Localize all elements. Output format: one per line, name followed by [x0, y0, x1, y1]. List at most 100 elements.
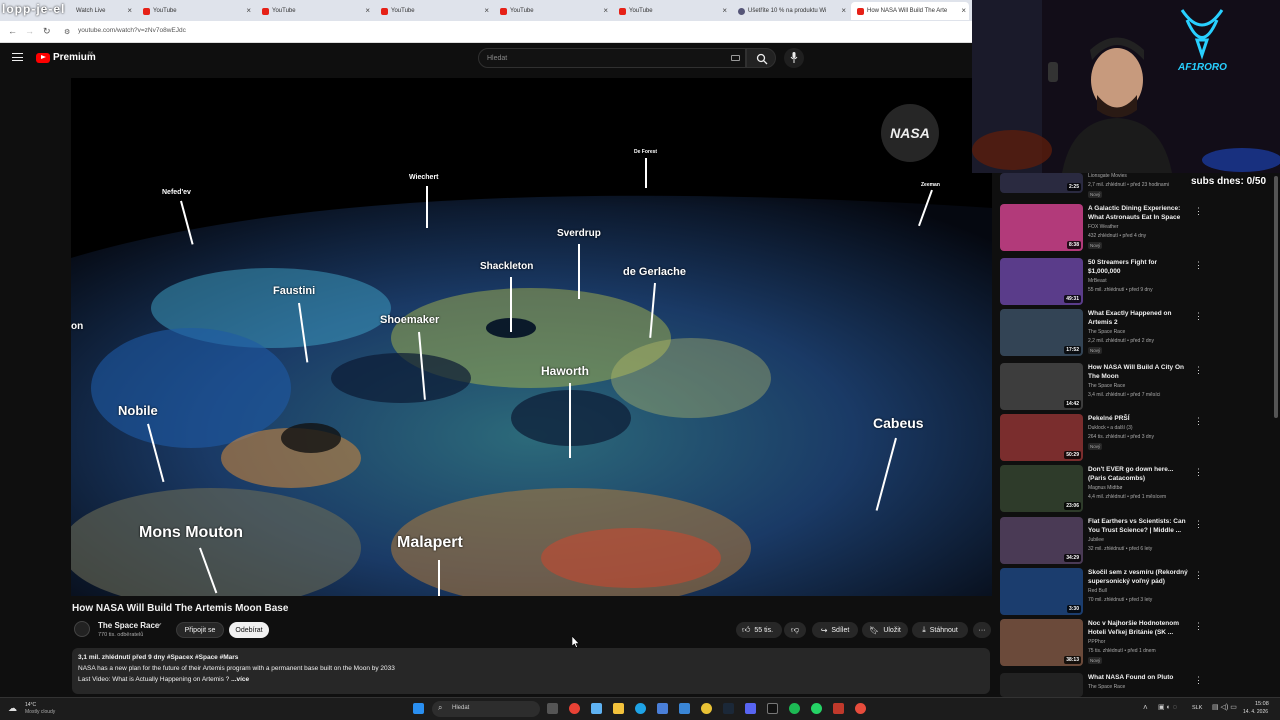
- recommended-video[interactable]: 3:30 Skočil sem z vesmíru (Rekordný super…: [1000, 568, 1210, 618]
- chrome-icon[interactable]: [569, 703, 580, 714]
- video-thumbnail[interactable]: 17:52: [1000, 309, 1083, 356]
- recommended-video[interactable]: 38:13 Noc v Najhoršie Hodnotenom Hoteli V…: [1000, 619, 1210, 669]
- recommended-video-title[interactable]: Don't EVER go down here... (Paris Cataco…: [1088, 465, 1188, 483]
- recommended-video-channel[interactable]: MrBeast: [1088, 278, 1107, 285]
- share-button[interactable]: ↪ Sdílet: [812, 622, 858, 638]
- recommended-video-title[interactable]: Skočil sem z vesmíru (Rekordný supersoni…: [1088, 568, 1188, 586]
- recommended-video[interactable]: 23:06 Don't EVER go down here... (Paris C…: [1000, 465, 1210, 515]
- spotify-icon[interactable]: [789, 703, 800, 714]
- recommended-video[interactable]: 50:29 Pekelné PRŠÍ Duklock • a další (3) 26…: [1000, 414, 1210, 464]
- task-view-icon[interactable]: [547, 703, 558, 714]
- tray-icons[interactable]: ▣ ◐ ◌: [1158, 703, 1177, 711]
- recommended-video-channel[interactable]: Jubilee: [1088, 537, 1104, 544]
- recommended-video-title[interactable]: A Galactic Dining Experience: What Astro…: [1088, 204, 1188, 222]
- video-thumbnail[interactable]: 38:13: [1000, 619, 1083, 666]
- recommended-video-title[interactable]: Noc v Najhoršie Hodnotenom Hoteli Veľkej…: [1088, 619, 1188, 637]
- recommended-video[interactable]: 8:38 A Galactic Dining Experience: What A…: [1000, 204, 1210, 254]
- recommended-video-channel[interactable]: Lionsgate Movies: [1088, 173, 1127, 180]
- video-thumbnail[interactable]: 8:38: [1000, 204, 1083, 251]
- more-options-icon[interactable]: ⋮: [1194, 519, 1203, 530]
- subscribe-button[interactable]: Odebírat: [229, 622, 269, 638]
- voice-search-button[interactable]: [784, 48, 804, 68]
- more-options-icon[interactable]: ⋮: [1194, 621, 1203, 632]
- youtube-premium-logo[interactable]: Premium SK: [36, 50, 96, 63]
- like-button[interactable]: 👍︎ 55 tis.: [736, 622, 782, 638]
- save-button[interactable]: 🔖︎ Uložit: [862, 622, 908, 638]
- dislike-button[interactable]: 👎︎: [784, 622, 806, 638]
- more-options-icon[interactable]: ⋮: [1194, 365, 1203, 376]
- back-icon[interactable]: ←: [8, 26, 17, 36]
- clock-time[interactable]: 15:08: [1255, 701, 1269, 707]
- recommended-video-channel[interactable]: The Space Race: [1088, 329, 1125, 336]
- start-icon[interactable]: [413, 703, 424, 714]
- recommended-video-channel[interactable]: Red Bull: [1088, 588, 1107, 595]
- video-description[interactable]: 3,1 mil. zhlédnutí před 9 dny #Spacex #S…: [72, 648, 990, 694]
- terminal-icon[interactable]: [767, 703, 778, 714]
- recommended-video[interactable]: 14:42 How NASA Will Build A City On The M…: [1000, 363, 1210, 413]
- whatsapp-icon[interactable]: [811, 703, 822, 714]
- reload-icon[interactable]: ↻: [43, 26, 51, 37]
- video-thumbnail[interactable]: 50:29: [1000, 414, 1083, 461]
- recommended-video-title[interactable]: What Exactly Happened on Artemis 2: [1088, 309, 1188, 327]
- recommended-video-channel[interactable]: The Space Race: [1088, 684, 1125, 691]
- file-explorer-icon[interactable]: [613, 703, 624, 714]
- recommended-video-channel[interactable]: Magnus Midtbø: [1088, 485, 1122, 492]
- recommended-video-channel[interactable]: Duklock • a další (3): [1088, 425, 1133, 432]
- tab-watch-live[interactable]: Watch Live ×: [70, 2, 135, 20]
- site-info-icon[interactable]: ⚙: [64, 28, 70, 36]
- recommended-video-title[interactable]: Pekelné PRŠÍ: [1088, 414, 1188, 423]
- chrome-icon-2[interactable]: [701, 703, 712, 714]
- forward-icon[interactable]: →: [25, 26, 34, 36]
- tab-current[interactable]: How NASA Will Build The Arte ×: [851, 2, 969, 20]
- recommended-video-channel[interactable]: PPPhor: [1088, 639, 1105, 646]
- more-options-icon[interactable]: ⋮: [1194, 416, 1203, 427]
- video-thumbnail[interactable]: 49:31: [1000, 258, 1083, 305]
- more-options-icon[interactable]: ⋮: [1194, 206, 1203, 217]
- search-input[interactable]: Hledat: [478, 48, 746, 68]
- recommended-video-title[interactable]: How NASA Will Build A City On The Moon: [1088, 363, 1188, 381]
- sidebar-scrollbar[interactable]: [1274, 176, 1278, 418]
- store-icon[interactable]: [657, 703, 668, 714]
- taskbar-search[interactable]: ⌕ Hledat: [432, 701, 540, 717]
- tab-product[interactable]: Ušetříte 10 % na produktu Wi ×: [732, 2, 849, 20]
- recommended-video-title[interactable]: Flat Earthers vs Scientists: Can You Tru…: [1088, 517, 1188, 535]
- recommended-video-channel[interactable]: The Space Race: [1088, 383, 1125, 390]
- video-thumbnail[interactable]: 3:30: [1000, 568, 1083, 615]
- menu-icon[interactable]: [12, 53, 23, 61]
- tab-youtube-3[interactable]: YouTube ×: [375, 2, 492, 20]
- recommended-video-channel[interactable]: FOX Weather: [1088, 224, 1118, 231]
- keyboard-icon[interactable]: [731, 55, 740, 61]
- join-button[interactable]: Připojit se: [176, 622, 224, 638]
- recommended-video[interactable]: 17:52 What Exactly Happened on Artemis 2 T…: [1000, 309, 1210, 359]
- app-icon-3[interactable]: [855, 703, 866, 714]
- more-options-icon[interactable]: ⋮: [1194, 570, 1203, 581]
- video-thumbnail[interactable]: 14:42: [1000, 363, 1083, 410]
- download-button[interactable]: ⤓ Stáhnout: [912, 622, 968, 638]
- discord-icon[interactable]: [745, 703, 756, 714]
- steam-icon[interactable]: [723, 703, 734, 714]
- keyboard-language[interactable]: SLK: [1192, 705, 1202, 711]
- tray-chevron-icon[interactable]: ˄: [1143, 703, 1148, 712]
- recommended-video[interactable]: 34:29 Flat Earthers vs Scientists: Can Yo…: [1000, 517, 1210, 567]
- search-button[interactable]: [746, 48, 776, 68]
- weather-temp[interactable]: 14°C: [25, 702, 36, 708]
- channel-avatar[interactable]: [74, 621, 90, 637]
- show-more-link[interactable]: ...více: [231, 676, 249, 683]
- video-player[interactable]: NASA Nefed'ev Wiechert De Forest Zeeman …: [71, 78, 992, 596]
- app-icon-2[interactable]: [833, 703, 844, 714]
- more-actions-button[interactable]: ···: [973, 622, 991, 638]
- app-icon[interactable]: [591, 703, 602, 714]
- channel-name[interactable]: The Space Race: [98, 621, 159, 630]
- tab-youtube-5[interactable]: YouTube ×: [613, 2, 730, 20]
- more-options-icon[interactable]: ⋮: [1194, 675, 1203, 686]
- edge-icon[interactable]: [635, 703, 646, 714]
- tab-youtube-2[interactable]: YouTube ×: [256, 2, 373, 20]
- tab-youtube-1[interactable]: YouTube ×: [137, 2, 254, 20]
- video-thumbnail[interactable]: 23:06: [1000, 465, 1083, 512]
- more-options-icon[interactable]: ⋮: [1194, 260, 1203, 271]
- mail-icon[interactable]: [679, 703, 690, 714]
- video-thumbnail[interactable]: [1000, 673, 1083, 697]
- more-options-icon[interactable]: ⋮: [1194, 467, 1203, 478]
- tab-youtube-4[interactable]: YouTube ×: [494, 2, 611, 20]
- url-field[interactable]: youtube.com/watch?v=zNv7o8wEJdc: [78, 27, 186, 34]
